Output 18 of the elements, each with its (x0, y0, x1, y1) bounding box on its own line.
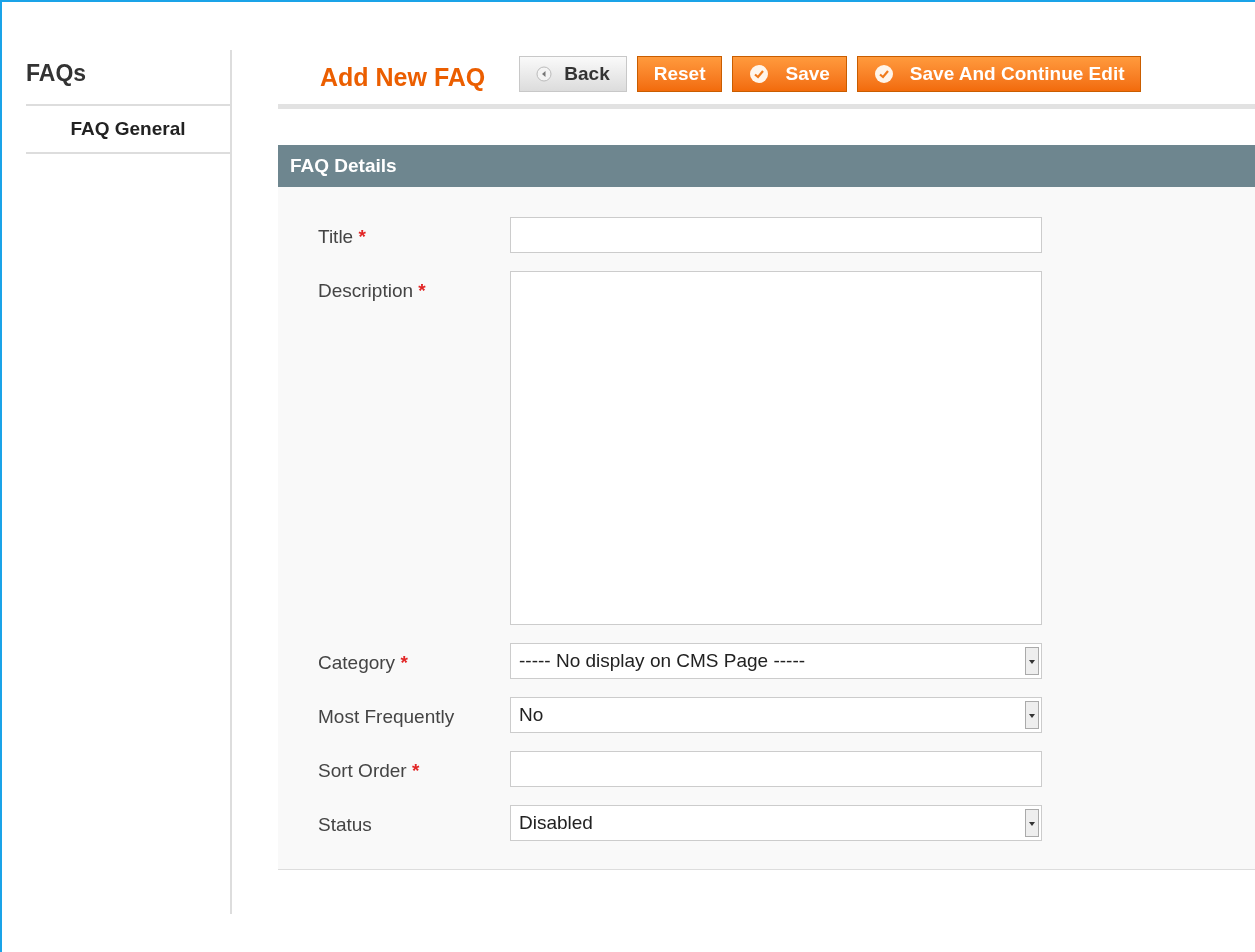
select-field[interactable]: Disabled (510, 805, 1042, 841)
arrow-left-icon (536, 66, 553, 82)
check-icon (873, 64, 894, 84)
panel-header: FAQ Details (278, 145, 1255, 187)
field-label: Most Frequently (318, 705, 456, 729)
select-field[interactable]: ----- No display on CMS Page ----- (510, 643, 1042, 679)
field-label: Title * (318, 225, 367, 249)
field-label: Sort Order * (318, 759, 421, 783)
field-label: Description * (318, 279, 427, 303)
field-label: Category * (318, 651, 409, 675)
description-field[interactable] (510, 271, 1042, 625)
field-label: Status (318, 813, 373, 837)
select-field[interactable]: No (510, 697, 1042, 733)
text-field[interactable] (510, 751, 1042, 787)
check-icon (749, 64, 770, 84)
text-field[interactable] (510, 217, 1042, 253)
page-title: Add New FAQ (320, 62, 486, 94)
back-button[interactable]: Back (519, 56, 627, 92)
